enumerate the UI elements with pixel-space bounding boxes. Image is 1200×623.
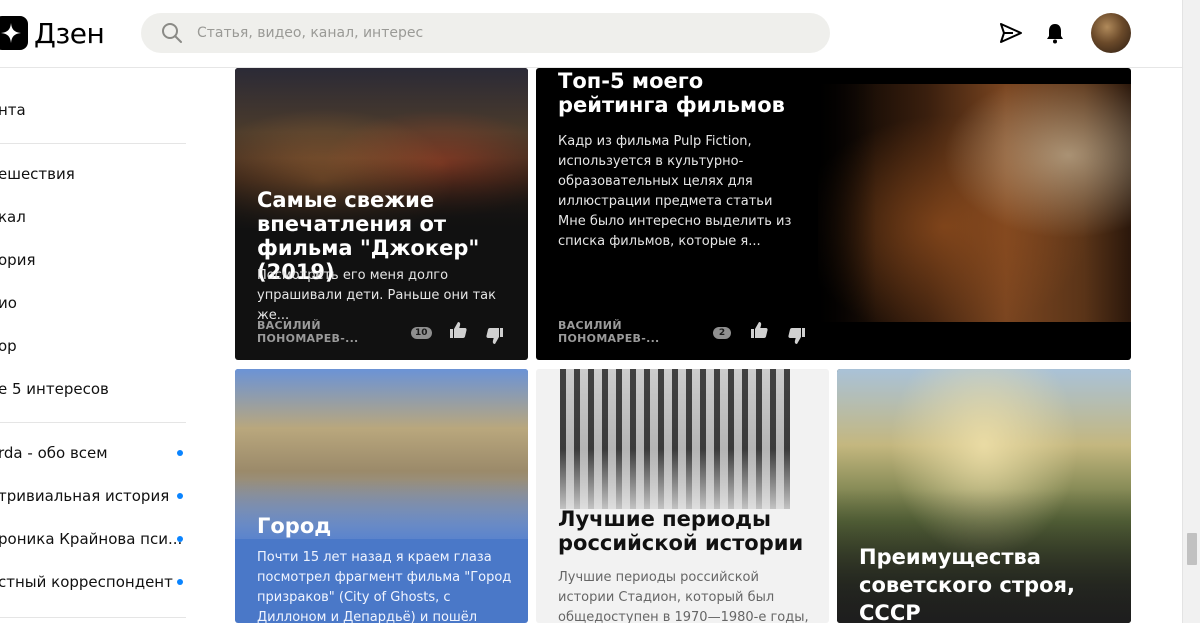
search-icon — [162, 23, 182, 43]
search-input[interactable] — [197, 25, 797, 41]
sidebar-item-label: кал — [0, 208, 26, 226]
search-bar[interactable] — [141, 13, 830, 53]
sidebar-item[interactable]: кал — [0, 205, 190, 229]
sidebar-divider — [0, 617, 186, 618]
sidebar-item-label: роника Крайнова пси... — [0, 530, 183, 548]
unread-dot-icon — [177, 536, 183, 542]
sidebar-item-label: ешествия — [0, 165, 75, 183]
card-snippet: Кадр из фильма Pulp Fiction, используетс… — [558, 134, 792, 249]
comments-count-badge[interactable]: 10 — [411, 327, 432, 339]
feed-card-top5[interactable]: Топ-5 моего рейтинга фильмов Кадр из фил… — [536, 68, 1131, 360]
sidebar-item[interactable]: ешествия — [0, 162, 190, 186]
sidebar-item-label: тривиальная история — [0, 487, 170, 505]
thumbs-down-icon[interactable] — [485, 326, 505, 346]
unread-dot-icon — [177, 493, 183, 499]
logo-text: Дзен — [34, 16, 105, 50]
page-scrollbar[interactable] — [1182, 0, 1200, 623]
thumbs-up-icon[interactable] — [448, 320, 468, 340]
feed-card-joker[interactable]: Самые свежие впечатления от фильма "Джок… — [235, 68, 528, 360]
sidebar-item[interactable]: ория — [0, 248, 190, 272]
sidebar: нта ешествия кал ория ио ор е 5 интересо… — [0, 68, 200, 623]
card-title: Топ-5 моего рейтинга фильмов — [558, 69, 785, 117]
card-snippet: Лучшие периоды российской истории Стадио… — [558, 570, 809, 623]
sidebar-item-channel[interactable]: тривиальная история — [0, 484, 190, 508]
sidebar-divider — [0, 143, 186, 144]
card-image-fade — [796, 84, 876, 322]
user-avatar[interactable] — [1091, 13, 1131, 53]
feed-card-ussr[interactable]: Преимущества советского строя, СССР — [837, 369, 1131, 623]
unread-dot-icon — [177, 450, 183, 456]
sidebar-item[interactable]: ио — [0, 291, 190, 315]
comments-count-badge[interactable]: 2 — [713, 327, 731, 339]
send-icon[interactable] — [999, 22, 1023, 44]
thumbs-down-icon[interactable] — [787, 326, 807, 346]
sidebar-item-label: ор — [0, 337, 17, 355]
zen-feed-page: Дзен нта ешествия кал ория ио ор е 5 инт… — [0, 0, 1200, 623]
card-title: Преимущества советского строя, СССР — [859, 545, 1075, 623]
unread-dot-icon — [177, 579, 183, 585]
feed-card-city[interactable]: Город Почти 15 лет назад я краем глаза п… — [235, 369, 528, 623]
card-snippet: Посмотреть его меня долго упрашивали дет… — [257, 268, 496, 323]
top-header: Дзен — [0, 0, 1182, 68]
card-title: Город — [257, 514, 332, 538]
sidebar-item-channel[interactable]: rda - обо всем — [0, 441, 190, 465]
sidebar-item[interactable]: е 5 интересов — [0, 377, 190, 401]
zen-logo[interactable]: Дзен — [0, 16, 105, 50]
sidebar-item-label: стный корреспондент — [0, 573, 173, 591]
card-author[interactable]: ВАСИЛИЙ ПОНОМАРЕВ-... — [558, 319, 668, 345]
card-snippet: Почти 15 лет назад я краем глаза посмотр… — [257, 550, 512, 623]
bell-icon[interactable] — [1045, 22, 1065, 44]
sidebar-item-channel[interactable]: стный корреспондент — [0, 570, 190, 594]
feed-card-history[interactable]: Лучшие периоды российской истории Лучшие… — [536, 369, 829, 623]
sidebar-item-label: ио — [0, 294, 17, 312]
sidebar-item[interactable]: ор — [0, 334, 190, 358]
sidebar-item-label: ория — [0, 251, 36, 269]
sidebar-item[interactable]: нта — [0, 98, 190, 122]
card-title: Лучшие периоды российской истории — [558, 507, 804, 555]
thumbs-up-icon[interactable] — [749, 320, 769, 340]
sidebar-item-channel[interactable]: роника Крайнова пси... — [0, 527, 190, 551]
card-author[interactable]: ВАСИЛИЙ ПОНОМАРЕВ-... — [257, 319, 367, 345]
scrollbar-thumb[interactable] — [1187, 533, 1197, 565]
sidebar-item-label: нта — [0, 101, 26, 119]
sidebar-item-label: е 5 интересов — [0, 380, 109, 398]
sidebar-item-label: rda - обо всем — [0, 444, 108, 462]
sidebar-divider — [0, 422, 186, 423]
zen-star-icon — [0, 16, 28, 50]
